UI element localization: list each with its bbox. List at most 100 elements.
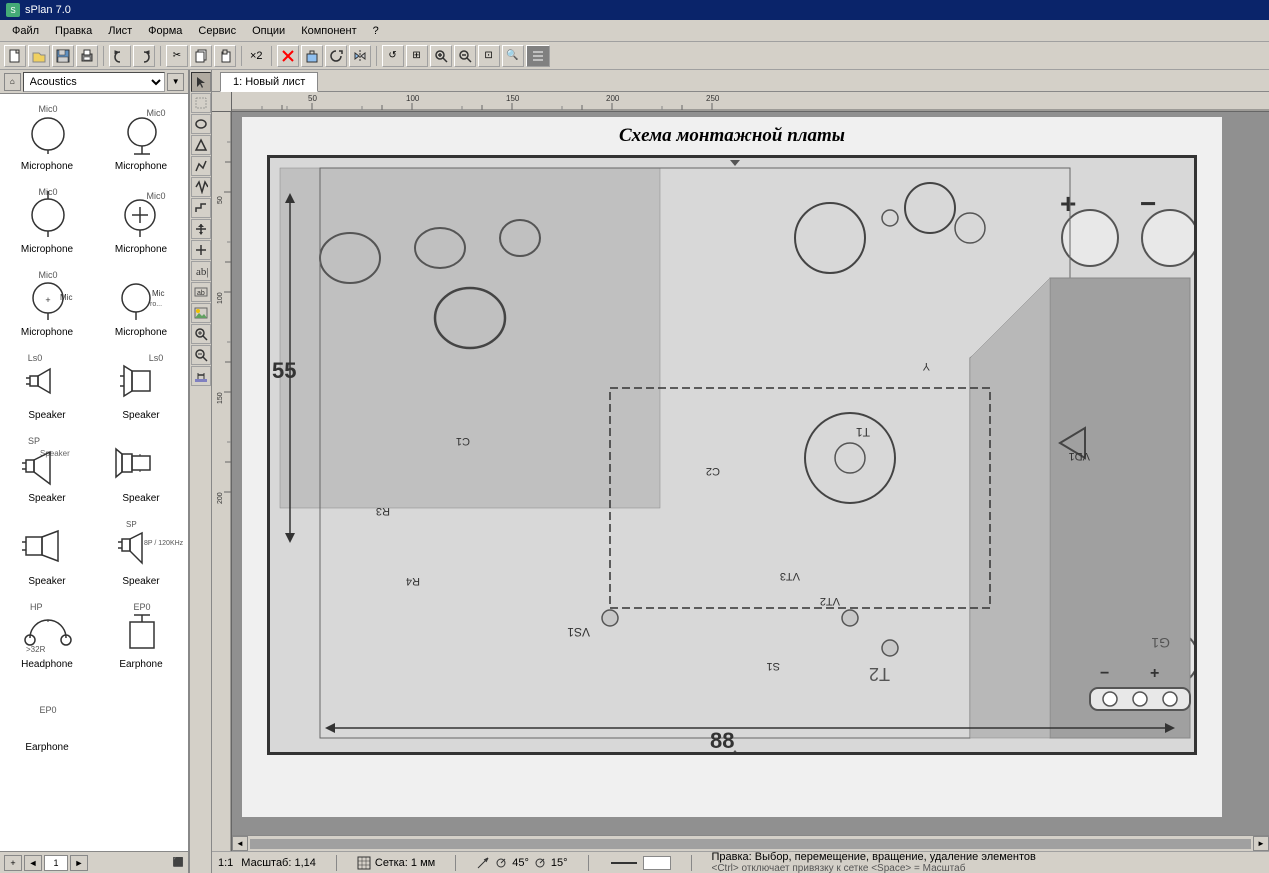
svg-text:T2: T2	[869, 664, 890, 684]
comp-spk3[interactable]: SP Speaker Speaker	[0, 426, 94, 509]
comp-spk5-label: Speaker	[28, 576, 65, 587]
menu-sheet[interactable]: Лист	[100, 23, 140, 39]
polyline-tool[interactable]	[191, 156, 211, 176]
zoom-out-button[interactable]	[454, 45, 476, 67]
plus-tool[interactable]	[191, 240, 211, 260]
tab-sheet1[interactable]: 1: Новый лист	[220, 72, 318, 92]
prev-page-button[interactable]: ◄	[24, 855, 42, 871]
grid-button[interactable]: ⊞	[406, 45, 428, 67]
comp-spk1[interactable]: Ls0 Speaker	[0, 343, 94, 426]
comp-ep1[interactable]: EP0 Earphone	[94, 592, 188, 675]
comp-mic6[interactable]: Mic ro... Microphone	[94, 260, 188, 343]
save-button[interactable]	[52, 45, 74, 67]
comp-spk5[interactable]: Speaker	[0, 509, 94, 592]
comp-mic4[interactable]: Mic0 Microphone	[94, 177, 188, 260]
redo-button[interactable]	[133, 45, 155, 67]
text-tool[interactable]: ab|	[191, 261, 211, 281]
line-tool[interactable]	[191, 93, 211, 113]
svg-text:T1: T1	[856, 425, 870, 439]
pcb-diagram: + − S1 VT2	[267, 155, 1197, 755]
comp-spk2[interactable]: Ls0 Speaker	[94, 343, 188, 426]
library-expand-button[interactable]: ▼	[167, 73, 184, 91]
print-button[interactable]	[76, 45, 98, 67]
svg-text:200: 200	[606, 94, 620, 103]
comp-spk3-label: Speaker	[28, 493, 65, 504]
comp-spk6[interactable]: SP 8P / 120KHz Speaker	[94, 509, 188, 592]
svg-text:Mic: Mic	[152, 289, 164, 298]
refresh-button[interactable]: ↺	[382, 45, 404, 67]
zigzag-tool[interactable]	[191, 177, 211, 197]
svg-text:SP: SP	[126, 520, 137, 529]
comp-spk1-label: Speaker	[28, 410, 65, 421]
comp-mic4-label: Microphone	[115, 244, 167, 255]
select-tool[interactable]	[191, 72, 211, 92]
menu-options[interactable]: Опции	[244, 23, 293, 39]
ellipse-tool[interactable]	[191, 114, 211, 134]
svg-text:G1: G1	[1151, 635, 1170, 651]
toolbar: ✂ ×2 ↺ ⊞ ⊡ 🔍	[0, 42, 1269, 70]
svg-text:Ls0: Ls0	[27, 353, 42, 363]
step-tool[interactable]	[191, 198, 211, 218]
comp-mic3[interactable]: Mic0 Microphone	[0, 177, 94, 260]
library-home-button[interactable]: ⌂	[4, 73, 21, 91]
image-tool[interactable]	[191, 303, 211, 323]
custom-button[interactable]	[526, 45, 550, 67]
comp-mic1[interactable]: Mic0 Microphone	[0, 94, 94, 177]
menu-component[interactable]: Компонент	[293, 23, 364, 39]
zoom-in-button[interactable]	[430, 45, 452, 67]
fit-button[interactable]: ⊡	[478, 45, 500, 67]
open-button[interactable]	[28, 45, 50, 67]
comp-mic5[interactable]: Mic0 + Mic Microphone	[0, 260, 94, 343]
copy-button[interactable]	[190, 45, 212, 67]
titlebar: S sPlan 7.0	[0, 0, 1269, 20]
menu-service[interactable]: Сервис	[190, 23, 244, 39]
main-canvas[interactable]: Схема монтажной платы	[232, 112, 1269, 835]
undo-button[interactable]	[109, 45, 131, 67]
comp-spk2-label: Speaker	[122, 410, 159, 421]
comp-ep2[interactable]: EP0 Earphone	[0, 675, 94, 758]
move-button[interactable]	[301, 45, 323, 67]
ruler-top: 50 100 150 200 250	[232, 92, 1269, 112]
app-title: sPlan 7.0	[25, 4, 71, 16]
angle1: 45°	[512, 857, 529, 869]
svg-text:50: 50	[217, 196, 224, 204]
textbox-tool[interactable]: ab	[191, 282, 211, 302]
delete-button[interactable]	[277, 45, 299, 67]
page-indicator: 1	[44, 855, 68, 871]
menu-help[interactable]: ?	[365, 23, 387, 39]
measure-tool[interactable]	[191, 366, 211, 386]
svg-text:HP: HP	[30, 602, 43, 612]
zoom-in-tool[interactable]	[191, 324, 211, 344]
menu-edit[interactable]: Правка	[47, 23, 100, 39]
svg-text:Mic0: Mic0	[38, 104, 57, 114]
triangle-tool[interactable]	[191, 135, 211, 155]
grid-label: Сетка: 1 мм	[375, 857, 435, 869]
svg-text:ro...: ro...	[150, 301, 162, 308]
cross-tool[interactable]	[191, 219, 211, 239]
new-button[interactable]	[4, 45, 26, 67]
rotate-button[interactable]	[325, 45, 347, 67]
comp-spk4[interactable]: Speaker	[94, 426, 188, 509]
cut-button[interactable]: ✂	[166, 45, 188, 67]
next-page-button[interactable]: ►	[70, 855, 88, 871]
svg-text:Mic: Mic	[60, 293, 72, 302]
bottom-nav: + ◄ 1 ► ⬛	[0, 851, 188, 873]
add-page-button[interactable]: +	[4, 855, 22, 871]
magnify-button[interactable]: 🔍	[502, 45, 524, 67]
library-select[interactable]: Acoustics Analog ICs Capacitors Connecto…	[23, 72, 166, 92]
h-scrollbar[interactable]: ◄ ►	[232, 835, 1269, 851]
svg-text:VS1: VS1	[567, 625, 590, 639]
menu-file[interactable]: Файл	[4, 23, 47, 39]
zoom-multiplier: ×2	[247, 50, 266, 62]
schematic-title: Схема монтажной платы	[242, 117, 1222, 155]
comp-mic2[interactable]: Mic0 Microphone	[94, 94, 188, 177]
scroll-left-button[interactable]: ◄	[232, 836, 248, 851]
nav-icon: ⬛	[173, 857, 184, 868]
status-hint: <Ctrl> отключает привязку к сетке <Space…	[712, 863, 1264, 873]
zoom-out-tool[interactable]	[191, 345, 211, 365]
paste-button[interactable]	[214, 45, 236, 67]
mirror-button[interactable]	[349, 45, 371, 67]
comp-hp1[interactable]: HP >32R Headphone	[0, 592, 94, 675]
menu-shape[interactable]: Форма	[140, 23, 190, 39]
scroll-right-button[interactable]: ►	[1253, 836, 1269, 851]
